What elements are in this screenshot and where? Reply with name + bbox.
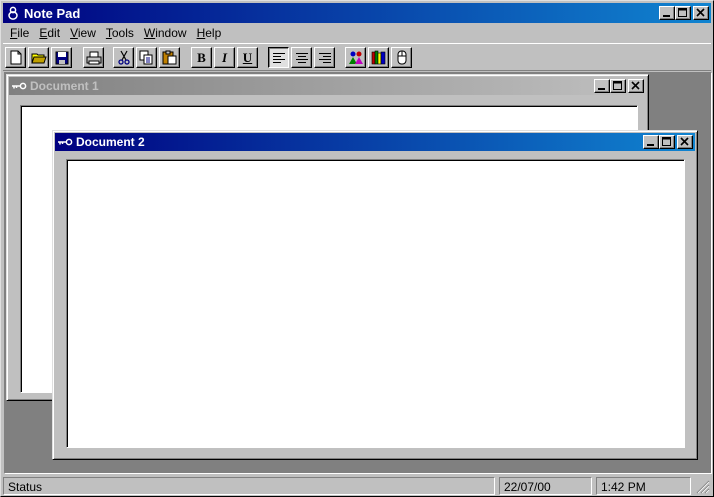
underline-button[interactable]: U — [237, 47, 258, 68]
menu-tools-label: ools — [111, 26, 134, 40]
align-right-button[interactable] — [314, 47, 335, 68]
status-bar: Status 22/07/00 1:42 PM — [3, 476, 711, 495]
menu-window-mnemonic: W — [143, 26, 156, 40]
menu-edit-label: dit — [47, 26, 61, 40]
menu-help-label: elp — [205, 26, 222, 40]
menu-view-mnemonic: V — [70, 26, 78, 40]
minimize-button[interactable] — [659, 6, 675, 20]
align-center-icon — [295, 52, 308, 63]
cut-scissors-icon — [117, 50, 130, 65]
document-2-titlebar[interactable]: Document 2 — [55, 133, 695, 151]
status-date: 22/07/00 — [499, 477, 592, 495]
menu-file-label: ile — [17, 26, 30, 40]
paste-button[interactable] — [159, 47, 180, 68]
menu-help[interactable]: Help — [192, 26, 227, 40]
people-icon — [348, 51, 363, 64]
minimize-icon — [598, 88, 605, 90]
app-icon[interactable] — [5, 5, 21, 21]
books-button[interactable] — [368, 47, 389, 68]
document-2-title: Document 2 — [76, 135, 145, 149]
menu-edit[interactable]: Edit — [34, 26, 65, 40]
app-caption-buttons — [659, 6, 709, 20]
mouse-button[interactable] — [391, 47, 412, 68]
status-text: Status — [3, 477, 495, 495]
document-2-text-area[interactable] — [66, 159, 685, 448]
document-2-maximize-button[interactable] — [659, 135, 675, 149]
document-1-maximize-button[interactable] — [610, 79, 626, 93]
close-icon — [680, 137, 689, 146]
print-button[interactable] — [83, 47, 104, 68]
app-titlebar[interactable]: Note Pad — [3, 3, 711, 23]
cut-button[interactable] — [113, 47, 134, 68]
mdi-client-area: Document 1 Document 2 — [4, 72, 712, 474]
document-2-close-button[interactable] — [677, 135, 693, 149]
align-right-icon — [318, 52, 331, 63]
maximize-button[interactable] — [675, 6, 691, 20]
document-2-window[interactable]: Document 2 — [52, 130, 698, 460]
menu-view[interactable]: View — [65, 26, 101, 40]
align-left-button[interactable] — [268, 47, 289, 68]
key-icon — [57, 134, 73, 150]
align-center-button[interactable] — [291, 47, 312, 68]
menu-window[interactable]: Window — [139, 26, 192, 40]
maximize-icon — [678, 8, 687, 17]
new-document-button[interactable] — [5, 47, 26, 68]
people-button[interactable] — [345, 47, 366, 68]
close-icon — [631, 81, 640, 90]
resize-grip-icon[interactable] — [696, 480, 710, 494]
mouse-icon — [397, 50, 406, 65]
open-button[interactable] — [28, 47, 49, 68]
close-button[interactable] — [693, 6, 709, 20]
menu-file[interactable]: File — [5, 26, 34, 40]
key-icon — [11, 78, 27, 94]
app-title: Note Pad — [24, 5, 81, 21]
menu-tools[interactable]: Tools — [101, 26, 139, 40]
document-1-titlebar[interactable]: Document 1 — [9, 77, 646, 95]
underline-icon: U — [242, 49, 253, 65]
print-icon — [86, 51, 101, 64]
open-folder-icon — [30, 53, 47, 63]
paste-clipboard-icon — [162, 50, 177, 65]
menu-help-mnemonic: H — [196, 26, 206, 40]
bold-icon: B — [197, 49, 206, 65]
notepad-app-window: Note Pad File Edit View Tools Window Hel… — [0, 0, 714, 497]
copy-icon — [139, 50, 153, 65]
close-icon — [696, 8, 705, 17]
maximize-icon — [613, 81, 622, 90]
books-icon — [371, 50, 385, 65]
copy-button[interactable] — [136, 47, 157, 68]
italic-button[interactable]: I — [214, 47, 235, 68]
save-disk-icon — [55, 51, 68, 64]
maximize-icon — [662, 137, 671, 146]
new-document-icon — [10, 50, 21, 65]
minimize-icon — [647, 144, 654, 146]
document-1-minimize-button[interactable] — [594, 79, 610, 93]
document-1-title: Document 1 — [30, 79, 99, 93]
menu-bar: File Edit View Tools Window Help — [5, 24, 226, 42]
status-time: 1:42 PM — [596, 477, 691, 495]
document-1-caption-buttons — [594, 79, 644, 93]
bold-button[interactable]: B — [191, 47, 212, 68]
toolbar: B I U — [3, 43, 711, 71]
minimize-icon — [663, 15, 670, 17]
italic-icon: I — [221, 49, 228, 65]
document-1-close-button[interactable] — [628, 79, 644, 93]
document-2-minimize-button[interactable] — [643, 135, 659, 149]
align-left-icon — [272, 52, 285, 63]
menu-view-label: iew — [77, 26, 96, 40]
save-button[interactable] — [51, 47, 72, 68]
document-2-caption-buttons — [643, 135, 693, 149]
menu-window-label: indow — [155, 26, 187, 40]
